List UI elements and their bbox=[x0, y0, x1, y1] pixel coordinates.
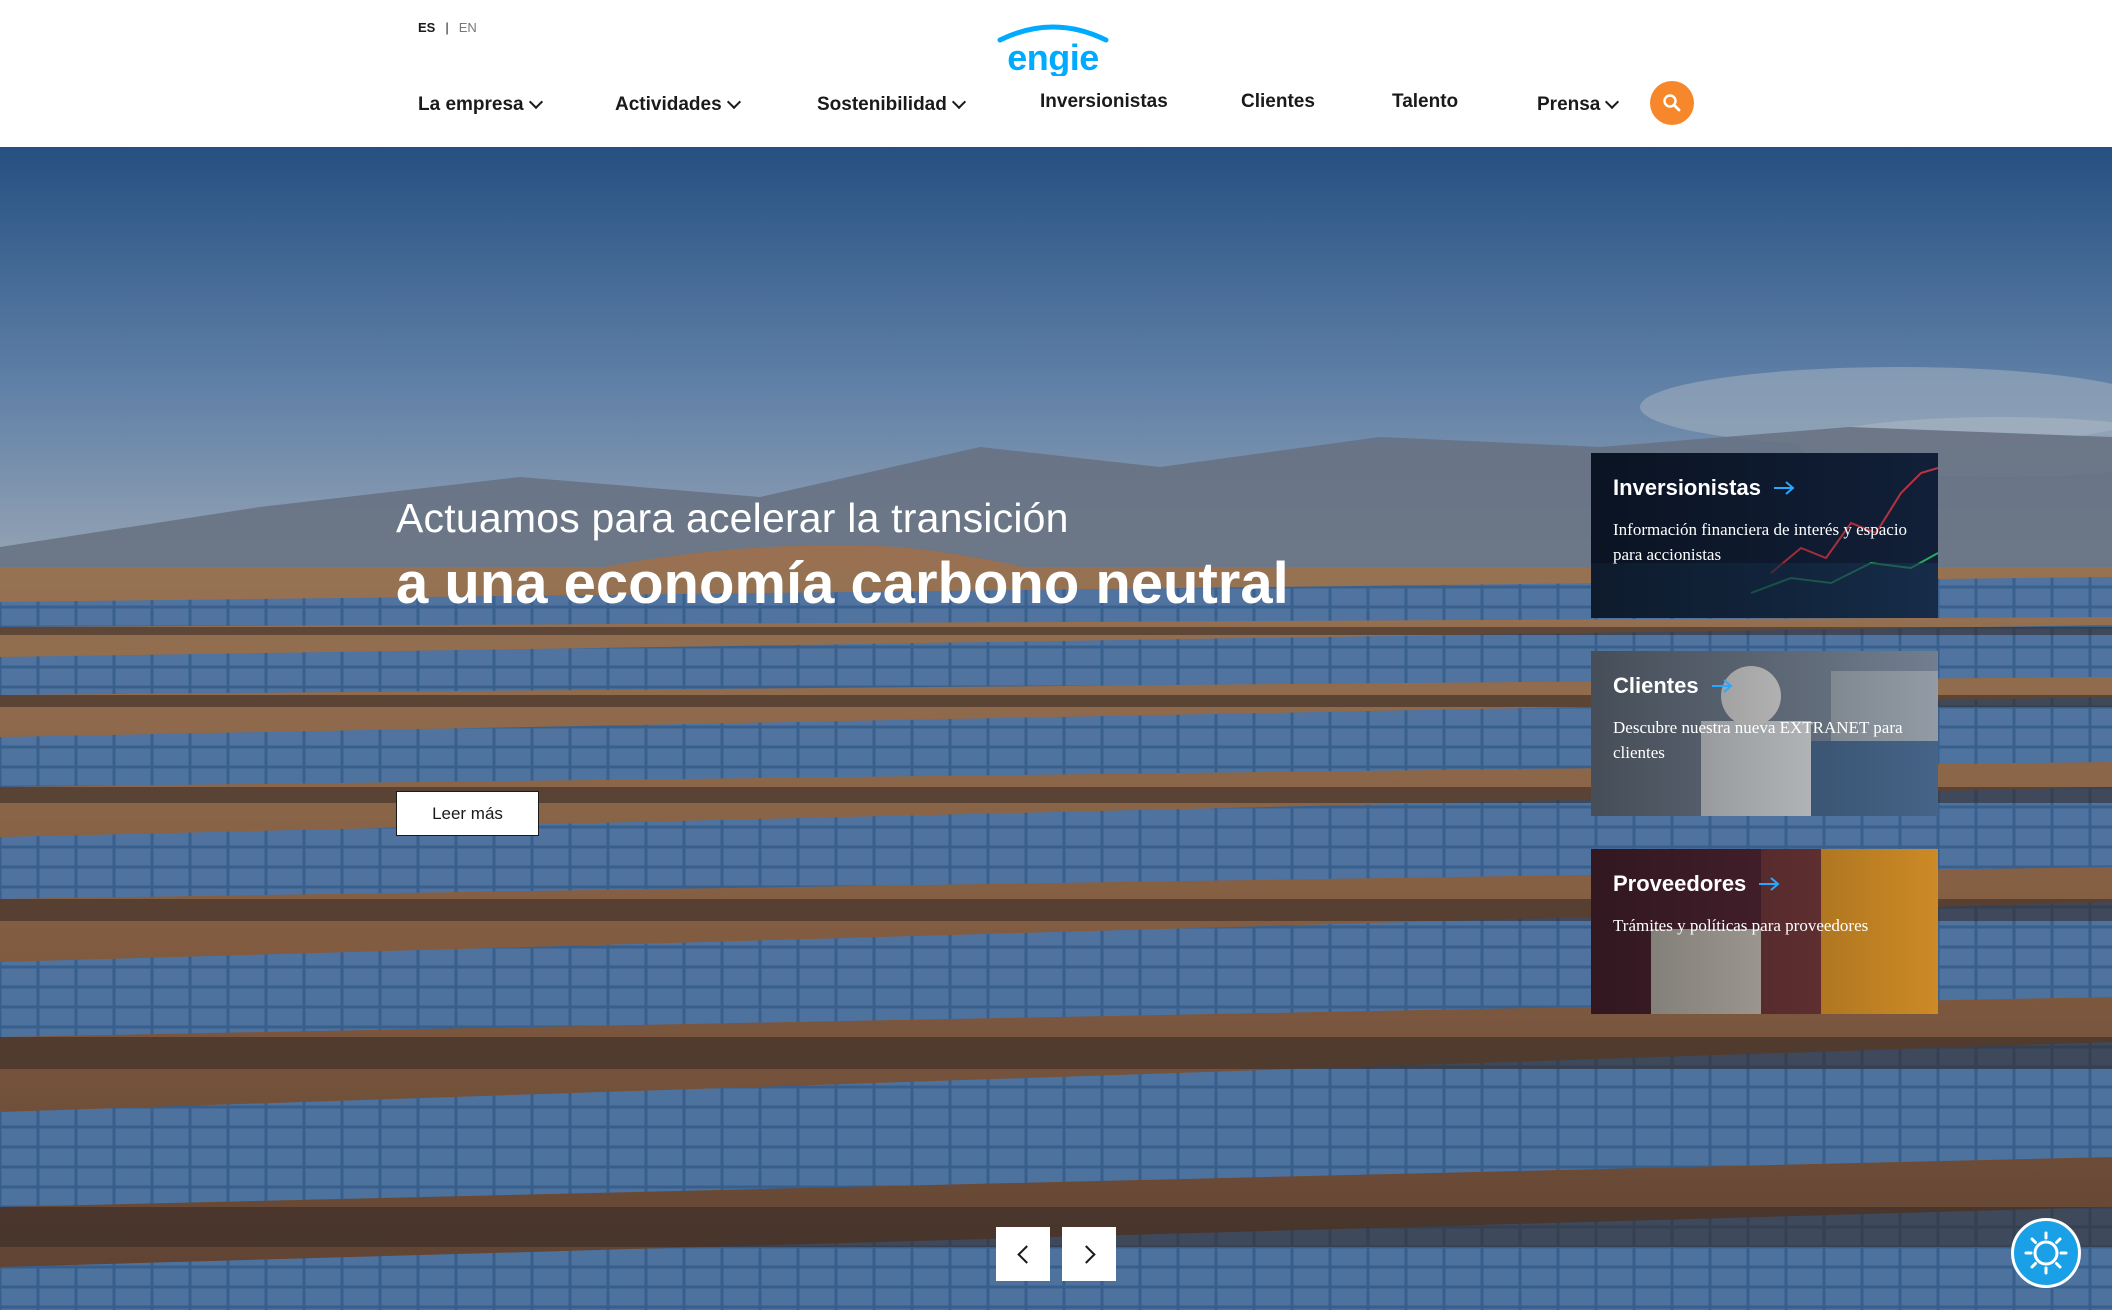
card-title: Clientes bbox=[1613, 673, 1733, 699]
site-header: ES | EN engie La empresa Actividades Sos… bbox=[0, 0, 2112, 147]
card-title: Proveedores bbox=[1613, 871, 1780, 897]
lang-separator: | bbox=[445, 20, 449, 35]
hero-headline-line2: a una economía carbono neutral bbox=[396, 551, 1289, 616]
nav-talento[interactable]: Talento bbox=[1392, 85, 1458, 119]
card-clientes[interactable]: Clientes Descubre nuestra nueva EXTRANET… bbox=[1591, 651, 1938, 816]
arrow-right-icon bbox=[1711, 679, 1733, 693]
nav-label: Talento bbox=[1392, 91, 1459, 112]
engie-logo[interactable]: engie bbox=[988, 20, 1118, 76]
nav-label: La empresa bbox=[418, 94, 524, 115]
arrow-right-icon bbox=[1759, 877, 1780, 891]
chevron-right-icon bbox=[1076, 1244, 1096, 1264]
nav-prensa[interactable]: Prensa bbox=[1537, 88, 1620, 122]
nav-actividades[interactable]: Actividades bbox=[615, 88, 741, 122]
card-description: Descubre nuestra nueva EXTRANET para cli… bbox=[1613, 718, 1903, 762]
logo-wordmark: engie bbox=[1007, 37, 1099, 76]
help-widget-button[interactable] bbox=[2011, 1218, 2081, 1288]
engie-logo-mark: engie bbox=[997, 24, 1109, 76]
search-icon bbox=[1663, 94, 1681, 112]
chevron-left-icon bbox=[1016, 1244, 1036, 1264]
search-button[interactable] bbox=[1650, 81, 1694, 125]
hero-headline-line1: Actuamos para acelerar la transición bbox=[396, 495, 1069, 541]
main-nav: La empresa Actividades Sostenibilidad In… bbox=[0, 88, 2112, 122]
card-title: Inversionistas bbox=[1613, 475, 1795, 501]
lang-en-link[interactable]: EN bbox=[459, 20, 477, 35]
nav-label: Inversionistas bbox=[1040, 91, 1168, 112]
chevron-down-icon bbox=[528, 94, 543, 110]
card-title-text: Clientes bbox=[1613, 673, 1699, 698]
read-more-button[interactable]: Leer más bbox=[396, 791, 539, 836]
nav-sostenibilidad[interactable]: Sostenibilidad bbox=[817, 88, 966, 122]
arrow-right-icon bbox=[1773, 481, 1795, 495]
carousel-prev-button[interactable] bbox=[996, 1227, 1050, 1281]
lightbulb-icon bbox=[2024, 1231, 2068, 1275]
chevron-down-icon bbox=[726, 94, 741, 110]
chevron-down-icon bbox=[1605, 94, 1620, 110]
language-switcher: ES | EN bbox=[418, 20, 477, 35]
card-title-text: Inversionistas bbox=[1613, 475, 1761, 500]
nav-label: Sostenibilidad bbox=[817, 94, 947, 115]
lang-es-link[interactable]: ES bbox=[418, 20, 435, 35]
card-proveedores[interactable]: Proveedores Trámites y políticas para pr… bbox=[1591, 849, 1938, 1014]
nav-la-empresa[interactable]: La empresa bbox=[418, 88, 543, 122]
nav-clientes[interactable]: Clientes bbox=[1241, 85, 1315, 119]
card-description: Información financiera de interés y espa… bbox=[1613, 520, 1908, 564]
nav-label: Prensa bbox=[1537, 94, 1601, 115]
nav-label: Actividades bbox=[615, 94, 722, 115]
card-inversionistas[interactable]: Inversionistas Información financiera de… bbox=[1591, 453, 1938, 618]
card-description: Trámites y políticas para proveedores bbox=[1613, 916, 1869, 935]
card-title-text: Proveedores bbox=[1613, 871, 1747, 896]
nav-label: Clientes bbox=[1241, 91, 1315, 112]
hero-headline: Actuamos para acelerar la transición a u… bbox=[396, 495, 1289, 617]
chevron-down-icon bbox=[951, 94, 966, 110]
nav-inversionistas[interactable]: Inversionistas bbox=[1040, 85, 1168, 119]
carousel-next-button[interactable] bbox=[1062, 1227, 1116, 1281]
